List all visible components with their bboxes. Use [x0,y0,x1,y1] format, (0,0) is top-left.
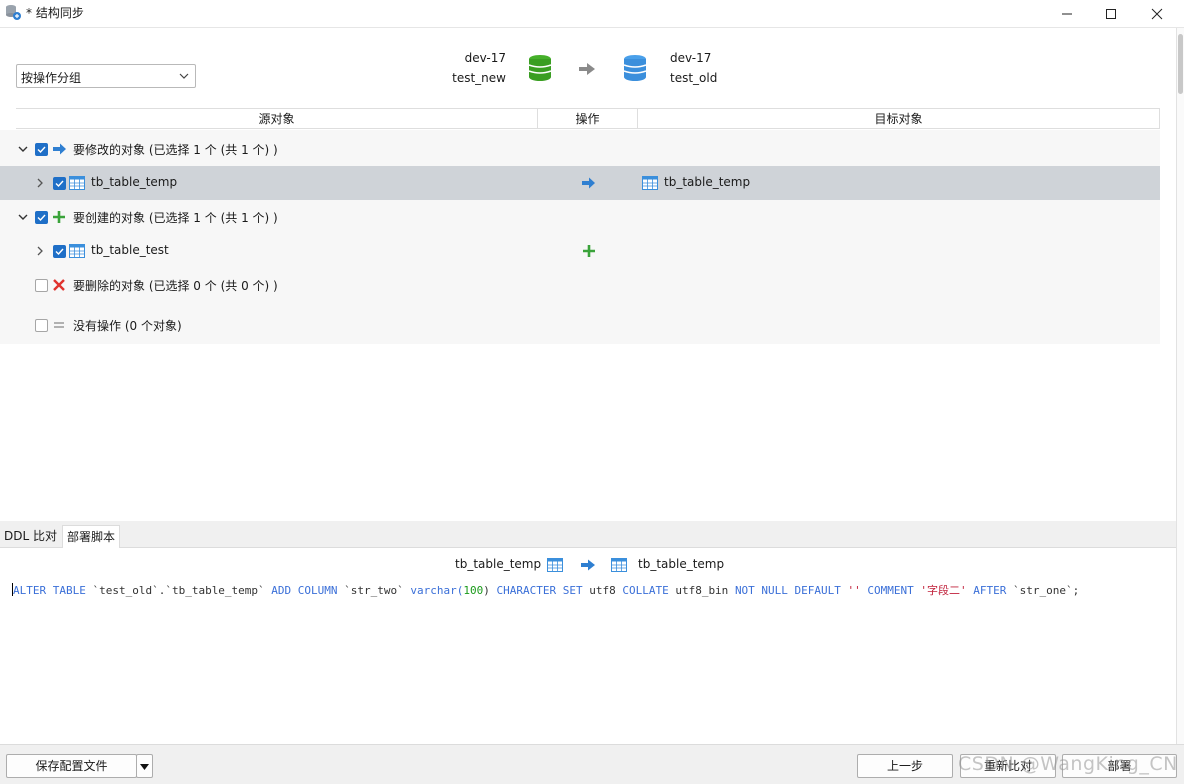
group-modify[interactable]: 要修改的对象 (已选择 1 个 (共 1 个) ) [0,132,1160,166]
database-icon [623,55,647,81]
table-icon [642,176,658,190]
chevron-down-icon[interactable] [17,143,29,155]
source-table-name: tb_table_temp [91,175,178,189]
table-icon [69,176,85,190]
previous-step-button[interactable]: 上一步 [857,754,953,778]
sql-token: ALTER TABLE [13,584,86,597]
sql-token: NOT NULL DEFAULT [734,584,841,597]
tab-ddl-compare[interactable]: DDL 比对 [0,525,61,548]
maximize-button[interactable] [1088,0,1134,28]
sql-token: CHARACTER SET [496,584,583,597]
group-create-label: 要创建的对象 (已选择 1 个 (共 1 个) ) [73,211,278,225]
column-source[interactable]: 源对象 [16,109,538,129]
sync-header: 按操作分组 dev-17 test_new dev-17 test_old [0,28,1176,108]
plus-icon [53,211,65,223]
window-title: * 结构同步 [26,6,84,20]
target-database: test_old [670,71,718,85]
equals-icon [54,322,64,328]
sql-token: '' [840,584,868,597]
group-delete[interactable]: 要删除的对象 (已选择 0 个 (共 0 个) ) [0,268,1160,302]
delete-x-icon [53,279,65,291]
tab-deploy-script[interactable]: 部署脚本 [62,525,121,548]
arrow-right-icon [581,559,595,571]
source-db-label: dev-17 test_new [440,48,506,88]
sql-token: `str_two` [337,584,411,597]
sync-direction-arrow-icon [579,63,595,75]
group-none-checkbox[interactable] [35,319,48,332]
check-icon [37,146,46,154]
maximize-icon [1106,9,1116,19]
title-bar: * 结构同步 [0,0,1184,28]
group-by-select[interactable]: 按操作分组 [16,64,196,88]
bottom-tabs: DDL 比对 部署脚本 [0,521,1184,548]
sql-token: utf8_bin [668,584,735,597]
scrollbar-thumb[interactable] [1178,34,1183,94]
sql-token: varchar( [410,584,464,597]
group-modify-label: 要修改的对象 (已选择 1 个 (共 1 个) ) [73,143,278,157]
source-connection: dev-17 [464,51,506,65]
sql-token: `str_one`; [1006,584,1080,597]
column-target[interactable]: 目标对象 [638,109,1160,129]
sql-token: AFTER [973,584,1007,597]
close-button[interactable] [1134,0,1180,28]
sql-token: COMMENT [867,584,914,597]
table-row[interactable]: tb_table_temp tb_table_temp [0,166,1160,200]
save-config-button[interactable]: 保存配置文件 [6,754,137,778]
sql-token: `test_old`.`tb_table_temp` [85,584,272,597]
chevron-right-icon[interactable] [34,177,46,189]
close-icon [1151,8,1163,20]
watermark: CSDN @WangKing_CN [958,753,1178,775]
object-tree: 要修改的对象 (已选择 1 个 (共 1 个) ) tb_table_temp … [0,130,1160,344]
group-delete-checkbox[interactable] [35,279,48,292]
table-row[interactable]: tb_table_test [0,234,1160,268]
vertical-scrollbar[interactable] [1176,28,1184,744]
script-source-table: tb_table_temp [455,557,542,571]
create-table-name: tb_table_test [91,243,169,257]
item-checkbox[interactable] [53,177,66,190]
target-table-name: tb_table_temp [664,175,751,189]
sql-token: ADD COLUMN [271,584,338,597]
table-icon [69,244,85,258]
target-db-label: dev-17 test_old [670,48,770,88]
script-target-table: tb_table_temp [638,557,725,571]
source-database: test_new [452,71,506,85]
target-connection: dev-17 [670,51,712,65]
group-none[interactable]: 没有操作 (0 个对象) [0,308,1160,342]
group-none-label: 没有操作 (0 个对象) [73,319,182,333]
table-icon [611,558,627,572]
sql-token: utf8 [582,584,623,597]
minimize-icon [1062,13,1072,15]
group-delete-label: 要删除的对象 (已选择 0 个 (共 0 个) ) [73,279,278,293]
footer-bar: 保存配置文件 上一步 重新比对 部署 CSDN @WangKing_CN [0,744,1184,784]
sql-token: '字段二' [913,584,974,597]
save-config-dropdown-button[interactable] [136,754,153,778]
group-by-value: 按操作分组 [21,71,82,85]
arrow-right-icon [582,177,595,189]
chevron-right-icon[interactable] [34,245,46,257]
schema-sync-app-icon [6,5,21,20]
check-icon [37,214,46,222]
chevron-down-icon [179,73,189,79]
arrow-right-icon [53,143,66,155]
sql-token: COLLATE [622,584,669,597]
column-header: 源对象 操作 目标对象 [16,108,1160,129]
minimize-button[interactable] [1044,0,1090,28]
sql-editor[interactable]: ALTER TABLE `test_old`.`tb_table_temp` A… [12,582,1172,600]
check-icon [55,248,64,256]
script-header: tb_table_temp tb_table_temp [0,549,1184,579]
check-icon [55,180,64,188]
item-checkbox[interactable] [53,245,66,258]
group-modify-checkbox[interactable] [35,143,48,156]
caret-down-icon [140,764,149,770]
group-create-checkbox[interactable] [35,211,48,224]
sql-token: 100 [463,584,484,597]
plus-icon [583,245,595,257]
database-icon [528,55,552,81]
chevron-down-icon[interactable] [17,211,29,223]
table-icon [547,558,563,572]
sql-token: ) [483,584,497,597]
column-operation[interactable]: 操作 [538,109,638,129]
group-create[interactable]: 要创建的对象 (已选择 1 个 (共 1 个) ) [0,200,1160,234]
